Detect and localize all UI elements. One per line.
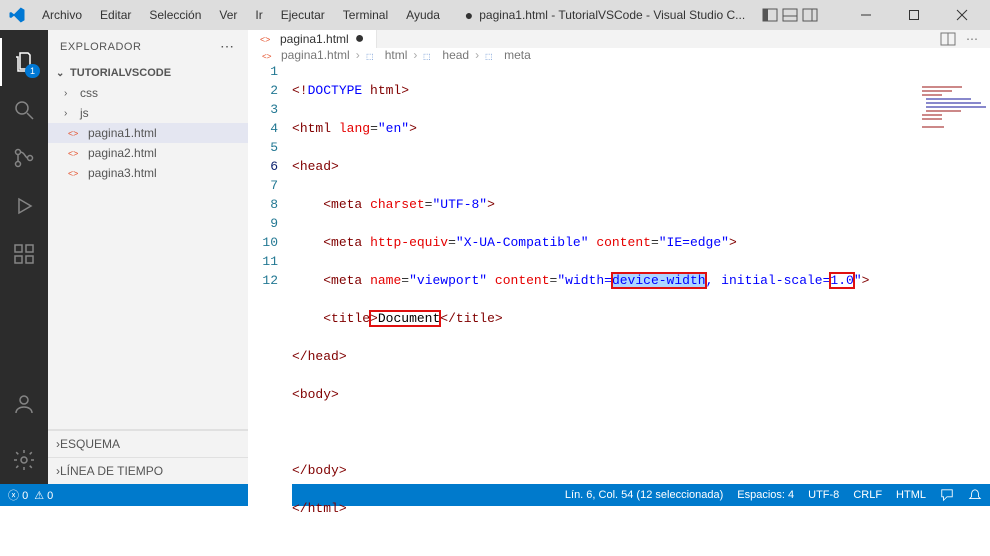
svg-text:<>: <> (68, 129, 78, 139)
editor: <> pagina1.html ● ⋯ <> pagina1.html› ⬚ h… (248, 30, 990, 484)
svg-text:⬚: ⬚ (366, 51, 374, 60)
sidebar-title: EXPLORADOR (60, 41, 141, 53)
close-button[interactable] (942, 7, 982, 23)
menu-seleccion[interactable]: Selección (141, 4, 209, 26)
tag-icon: ⬚ (366, 49, 379, 62)
activity-bar: 1 (0, 30, 48, 484)
svg-text:⬚: ⬚ (423, 51, 431, 60)
window-title: ● pagina1.html - TutorialVSCode - Visual… (448, 7, 762, 23)
activity-scm[interactable] (0, 134, 48, 182)
timeline-section[interactable]: ›LÍNEA DE TIEMPO (48, 457, 248, 484)
badge: 1 (25, 64, 40, 78)
svg-text:<>: <> (262, 51, 272, 60)
device-width-selection: device-width (612, 273, 706, 288)
tag-icon: ⬚ (485, 49, 498, 62)
html-file-icon: <> (68, 126, 82, 140)
minimize-button[interactable] (846, 7, 886, 23)
menu-ver[interactable]: Ver (211, 4, 245, 26)
tab-more-icon[interactable]: ⋯ (966, 32, 980, 46)
file-pagina2[interactable]: <>pagina2.html (48, 143, 248, 163)
activity-accounts[interactable] (0, 380, 48, 428)
chevron-down-icon: ⌄ (56, 68, 66, 79)
sidebar-explorer: EXPLORADOR ⋯ ⌄ TUTORIALVSCODE ›css ›js <… (48, 30, 248, 484)
chevron-right-icon: › (64, 108, 74, 119)
menu-editar[interactable]: Editar (92, 4, 139, 26)
toggle-panel-icon[interactable] (782, 7, 798, 23)
folder-js[interactable]: ›js (48, 103, 248, 123)
menu-ayuda[interactable]: Ayuda (398, 4, 448, 26)
activity-explorer[interactable]: 1 (0, 38, 48, 86)
file-tree: ⌄ TUTORIALVSCODE ›css ›js <>pagina1.html… (48, 63, 248, 183)
minimap[interactable] (920, 84, 990, 134)
status-warnings[interactable]: ⚠ 0 (34, 489, 53, 502)
html-file-icon: <> (68, 146, 82, 160)
svg-text:<>: <> (260, 35, 270, 45)
tab-pagina1[interactable]: <> pagina1.html ● (248, 30, 377, 48)
menubar: Archivo Editar Selección Ver Ir Ejecutar… (34, 4, 448, 26)
project-name[interactable]: ⌄ TUTORIALVSCODE (48, 63, 248, 83)
chevron-right-icon: › (64, 88, 74, 99)
menu-archivo[interactable]: Archivo (34, 4, 90, 26)
file-pagina1[interactable]: <>pagina1.html (48, 123, 248, 143)
menu-terminal[interactable]: Terminal (335, 4, 396, 26)
window-title-text: pagina1.html - TutorialVSCode - Visual S… (479, 8, 745, 22)
folder-css[interactable]: ›css (48, 83, 248, 103)
activity-search[interactable] (0, 86, 48, 134)
file-pagina3[interactable]: <>pagina3.html (48, 163, 248, 183)
split-editor-icon[interactable] (940, 31, 956, 47)
toggle-secondary-sidebar-icon[interactable] (802, 7, 818, 23)
activity-settings[interactable] (0, 436, 48, 484)
titlebar: Archivo Editar Selección Ver Ir Ejecutar… (0, 0, 990, 30)
html-file-icon: <> (68, 166, 82, 180)
svg-text:⬚: ⬚ (485, 51, 493, 60)
code-content[interactable]: <!DOCTYPE html> <html lang="en"> <head> … (292, 62, 990, 556)
scale-box: 1.0 (830, 273, 853, 288)
dirty-indicator-icon: ● (465, 7, 473, 23)
svg-text:<>: <> (68, 169, 78, 179)
activity-run-debug[interactable] (0, 182, 48, 230)
sidebar-more-icon[interactable]: ⋯ (220, 38, 236, 55)
title-open-box: >Document</ (370, 311, 440, 326)
status-errors[interactable]: ⓧ 0 (8, 487, 28, 503)
activity-extensions[interactable] (0, 230, 48, 278)
html-file-icon: <> (262, 49, 275, 62)
tab-bar: <> pagina1.html ● ⋯ (248, 30, 990, 48)
gutter: 123456789101112 (248, 62, 292, 556)
breadcrumb[interactable]: <> pagina1.html› ⬚ html› ⬚ head› ⬚ meta (248, 48, 990, 62)
dirty-indicator-icon: ● (355, 30, 365, 48)
menu-ejecutar[interactable]: Ejecutar (273, 4, 333, 26)
svg-text:<>: <> (68, 149, 78, 159)
window-controls (762, 7, 982, 23)
code-editor[interactable]: 123456789101112 <!DOCTYPE html> <html la… (248, 62, 990, 556)
toggle-primary-sidebar-icon[interactable] (762, 7, 778, 23)
tag-icon: ⬚ (423, 49, 436, 62)
html-file-icon: <> (260, 32, 274, 46)
menu-ir[interactable]: Ir (247, 4, 270, 26)
vscode-logo-icon (8, 6, 26, 24)
outline-section[interactable]: ›ESQUEMA (48, 430, 248, 457)
maximize-button[interactable] (894, 7, 934, 23)
